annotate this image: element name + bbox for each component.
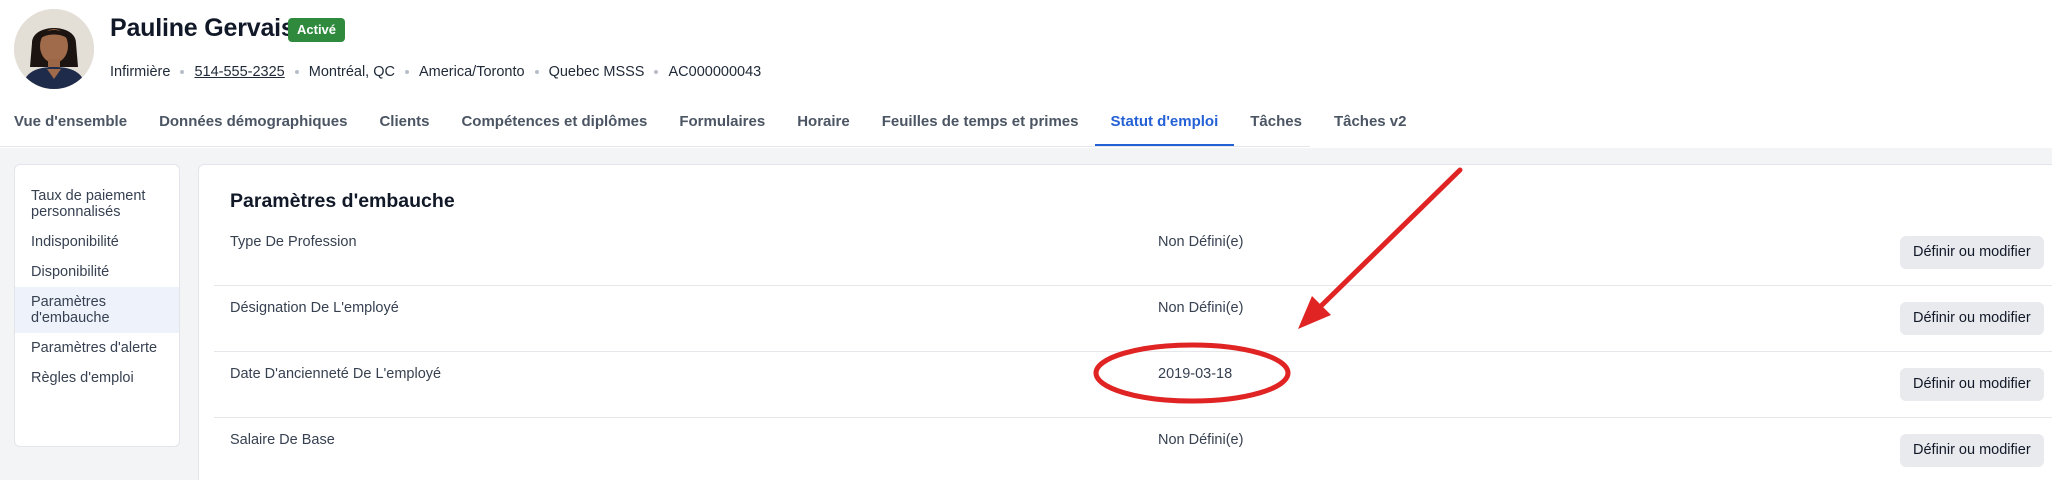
sidebar-item-label: Taux de paiement personnalisés xyxy=(31,188,146,220)
sidebar-item-label: Indisponibilité xyxy=(31,234,119,250)
sidebar-item-custom-pay-rates[interactable]: Taux de paiement personnalisés xyxy=(15,181,179,227)
tab-schedule[interactable]: Horaire xyxy=(781,104,866,148)
settings-row-profession-type: Type De Profession Non Défini(e) Définir… xyxy=(214,220,2052,286)
tab-timesheets[interactable]: Feuilles de temps et primes xyxy=(866,104,1095,148)
tab-overview[interactable]: Vue d'ensemble xyxy=(0,104,143,148)
settings-row-employee-designation: Désignation De L'employé Non Défini(e) D… xyxy=(214,286,2052,352)
tab-tasks-v2[interactable]: Tâches v2 xyxy=(1318,104,1423,148)
meta-id: AC000000043 xyxy=(668,64,762,80)
tab-employment-status[interactable]: Statut d'emploi xyxy=(1094,104,1235,148)
profile-meta: Infirmière 514-555-2325 Montréal, QC Ame… xyxy=(110,64,761,80)
row-label: Salaire De Base xyxy=(230,432,335,448)
meta-timezone: America/Toronto xyxy=(418,64,525,80)
edit-button[interactable]: Définir ou modifier xyxy=(1900,302,2044,335)
tabs-divider xyxy=(0,146,1310,147)
separator-dot-icon xyxy=(180,70,185,74)
meta-phone-link[interactable]: 514-555-2325 xyxy=(194,64,284,80)
row-value: 2019-03-18 xyxy=(1158,366,1233,382)
settings-row-seniority-date: Date D'ancienneté De L'employé 2019-03-1… xyxy=(214,352,2052,418)
edit-button[interactable]: Définir ou modifier xyxy=(1900,434,2044,467)
meta-organization: Quebec MSSS xyxy=(548,64,645,80)
row-value: Non Défini(e) xyxy=(1158,432,1244,448)
avatar-photo-icon xyxy=(14,9,94,89)
meta-location: Montréal, QC xyxy=(308,64,395,80)
sidebar-item-alert-settings[interactable]: Paramètres d'alerte xyxy=(15,333,179,363)
separator-dot-icon xyxy=(654,70,659,74)
tab-clients[interactable]: Clients xyxy=(363,104,445,148)
edit-button[interactable]: Définir ou modifier xyxy=(1900,236,2044,269)
tab-skills[interactable]: Compétences et diplômes xyxy=(445,104,663,148)
settings-sidebar: Taux de paiement personnalisés Indisponi… xyxy=(14,164,180,447)
profile-header: Pauline Gervais Activé Infirmière 514-55… xyxy=(0,0,2052,148)
settings-row-base-salary: Salaire De Base Non Défini(e) Définir ou… xyxy=(214,418,2052,480)
row-label: Désignation De L'employé xyxy=(230,300,399,316)
sidebar-item-label: Paramètres d'alerte xyxy=(31,340,158,356)
row-value: Non Défini(e) xyxy=(1158,300,1244,316)
separator-dot-icon xyxy=(534,70,539,74)
tab-tasks[interactable]: Tâches xyxy=(1234,104,1318,148)
row-value: Non Défini(e) xyxy=(1158,234,1244,250)
sidebar-item-availability[interactable]: Disponibilité xyxy=(15,257,179,287)
separator-dot-icon xyxy=(294,70,299,74)
sidebar-item-hiring-settings[interactable]: Paramètres d'embauche xyxy=(15,287,179,333)
edit-button[interactable]: Définir ou modifier xyxy=(1900,368,2044,401)
separator-dot-icon xyxy=(404,70,409,74)
sidebar-item-label: Règles d'emploi xyxy=(31,370,134,386)
status-badge: Activé xyxy=(288,18,346,42)
meta-role: Infirmière xyxy=(110,64,171,80)
tab-demographics[interactable]: Données démographiques xyxy=(143,104,363,148)
sidebar-item-label: Paramètres d'embauche xyxy=(31,294,110,326)
row-label: Date D'ancienneté De L'employé xyxy=(230,366,442,382)
tab-forms[interactable]: Formulaires xyxy=(663,104,781,148)
section-title: Paramètres d'embauche xyxy=(230,190,455,212)
sidebar-item-unavailability[interactable]: Indisponibilité xyxy=(15,227,179,257)
sidebar-item-employment-rules[interactable]: Règles d'emploi xyxy=(15,363,179,393)
profile-name: Pauline Gervais xyxy=(110,14,295,42)
sidebar-item-label: Disponibilité xyxy=(31,264,110,280)
row-label: Type De Profession xyxy=(230,234,357,250)
avatar[interactable] xyxy=(14,9,94,89)
profile-tabs: Vue d'ensemble Données démographiques Cl… xyxy=(0,104,1422,148)
